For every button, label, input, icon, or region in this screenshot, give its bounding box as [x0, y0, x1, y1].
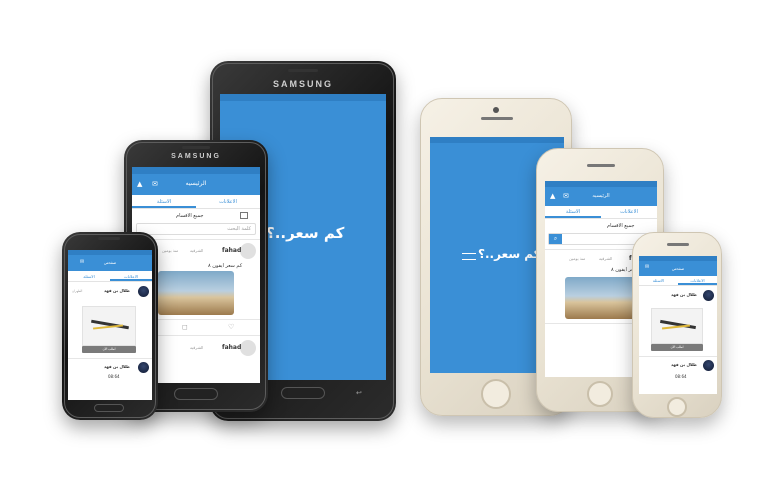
- tab-ads[interactable]: الاعلانات: [678, 276, 717, 285]
- splash-logo: كم سعر..؟: [478, 247, 541, 261]
- home-key[interactable]: [174, 388, 218, 400]
- tab-bar: الاعلانات الاسئلة: [68, 271, 152, 282]
- app-bar: الرئيسيه ▲ ✉: [132, 174, 260, 195]
- home-key[interactable]: [281, 387, 325, 399]
- notification-bell-icon[interactable]: ▲: [550, 193, 555, 200]
- tab-bar: الاعلانات الاسئلة: [545, 206, 657, 219]
- post-image[interactable]: [158, 271, 234, 315]
- profile-screen: صفحتي ✉ الاعلانات الاسئلة طلال بن فهد اط…: [639, 256, 717, 394]
- notification-bell-icon[interactable]: ▲: [137, 181, 142, 188]
- tab-ads[interactable]: الاعلانات: [601, 206, 657, 218]
- post-location: الشرقيه: [190, 345, 204, 350]
- earpiece: [288, 69, 318, 72]
- home-key[interactable]: [94, 404, 124, 412]
- front-camera: [493, 107, 499, 113]
- tab-ads[interactable]: الاعلانات: [110, 271, 152, 281]
- page-title: الرئيسيه: [592, 193, 610, 199]
- post-image[interactable]: [82, 306, 136, 346]
- comment-icon[interactable]: ◻: [182, 323, 188, 331]
- iphone-small: صفحتي ✉ الاعلانات الاسئلة طلال بن فهد اط…: [632, 232, 722, 418]
- heart-icon[interactable]: ♡: [228, 323, 234, 331]
- app-bar: صفحتي ✉: [68, 255, 152, 271]
- post-location: الشرقيه: [599, 256, 613, 261]
- home-button[interactable]: [667, 397, 687, 417]
- categories-icon: [240, 212, 248, 219]
- post-price: 08:64: [108, 374, 120, 379]
- post-image[interactable]: [565, 277, 639, 319]
- earpiece: [481, 117, 513, 120]
- search-input[interactable]: كلمة البحث: [136, 223, 256, 235]
- status-bar: [132, 167, 260, 174]
- avatar[interactable]: [240, 340, 256, 356]
- categories-label[interactable]: جميع الاقسام: [176, 213, 203, 219]
- avatar[interactable]: [703, 290, 714, 301]
- post-username[interactable]: طلال بن فهد: [671, 292, 697, 297]
- post-time: منذ يومين: [162, 248, 179, 253]
- earpiece: [182, 146, 210, 149]
- post-image[interactable]: [651, 308, 703, 344]
- categories-label[interactable]: جميع الاقسام: [607, 223, 634, 229]
- post-city: الظهران: [72, 289, 83, 293]
- post-username[interactable]: طلال بن فهد: [671, 362, 697, 367]
- profile-screen: صفحتي ✉ الاعلانات الاسئلة طلال بن فهد ال…: [68, 250, 152, 400]
- splash-logo: كم سعر..؟: [266, 224, 345, 242]
- tab-questions[interactable]: الاسئلة: [639, 276, 678, 285]
- divider: [68, 358, 152, 359]
- post-username[interactable]: طلال بن فهد: [104, 364, 130, 369]
- earpiece: [98, 237, 120, 240]
- tab-questions[interactable]: الاسئلة: [545, 206, 601, 218]
- search-placeholder: كلمة البحث: [227, 226, 251, 232]
- mail-icon[interactable]: ✉: [80, 260, 84, 265]
- avatar[interactable]: [138, 362, 149, 373]
- post-location: الشرقيه: [190, 248, 204, 253]
- earpiece: [667, 243, 689, 246]
- tab-ads[interactable]: الاعلانات: [196, 195, 260, 208]
- phone-samsung-small: صفحتي ✉ الاعلانات الاسئلة طلال بن فهد ال…: [62, 232, 158, 420]
- avatar[interactable]: [703, 360, 714, 371]
- tab-bar: الاعلانات الاسئلة: [132, 195, 260, 209]
- search-icon[interactable]: ⌕: [549, 234, 562, 244]
- home-button[interactable]: [481, 379, 511, 409]
- post-username[interactable]: طلال بن فهد: [104, 288, 130, 293]
- app-bar: الرئيسيه ▲ ✉: [545, 187, 657, 206]
- post-price: 08:64: [675, 374, 687, 379]
- divider: [639, 356, 717, 357]
- tab-questions[interactable]: الاسئلة: [68, 271, 110, 281]
- phone-brand: SAMSUNG: [272, 79, 333, 89]
- mail-icon[interactable]: ✉: [563, 193, 569, 200]
- tab-bar: الاعلانات الاسئلة: [639, 276, 717, 286]
- post-question[interactable]: كم سعر ايفون ٨: [208, 263, 242, 269]
- home-button[interactable]: [587, 381, 613, 407]
- see-more-button[interactable]: اطلب الآن: [651, 344, 703, 351]
- page-title: صفحتي: [671, 266, 685, 271]
- speed-lines-icon: [462, 253, 476, 260]
- status-bar: [430, 137, 564, 143]
- app-bar: صفحتي ✉: [639, 261, 717, 276]
- back-key-icon[interactable]: ↩: [356, 389, 362, 397]
- status-bar: [220, 94, 386, 101]
- post-username[interactable]: fahad: [222, 247, 241, 254]
- post-time: منذ يومين: [569, 256, 586, 261]
- earpiece: [587, 164, 615, 167]
- mail-icon[interactable]: ✉: [152, 181, 158, 188]
- see-more-button[interactable]: اطلب الآن: [82, 346, 136, 353]
- mail-icon[interactable]: ✉: [645, 265, 649, 270]
- avatar[interactable]: [138, 286, 149, 297]
- tab-questions[interactable]: الاسئلة: [132, 195, 196, 208]
- post-username[interactable]: fahad: [222, 344, 241, 351]
- avatar[interactable]: [240, 243, 256, 259]
- phone-brand: SAMSUNG: [171, 153, 221, 160]
